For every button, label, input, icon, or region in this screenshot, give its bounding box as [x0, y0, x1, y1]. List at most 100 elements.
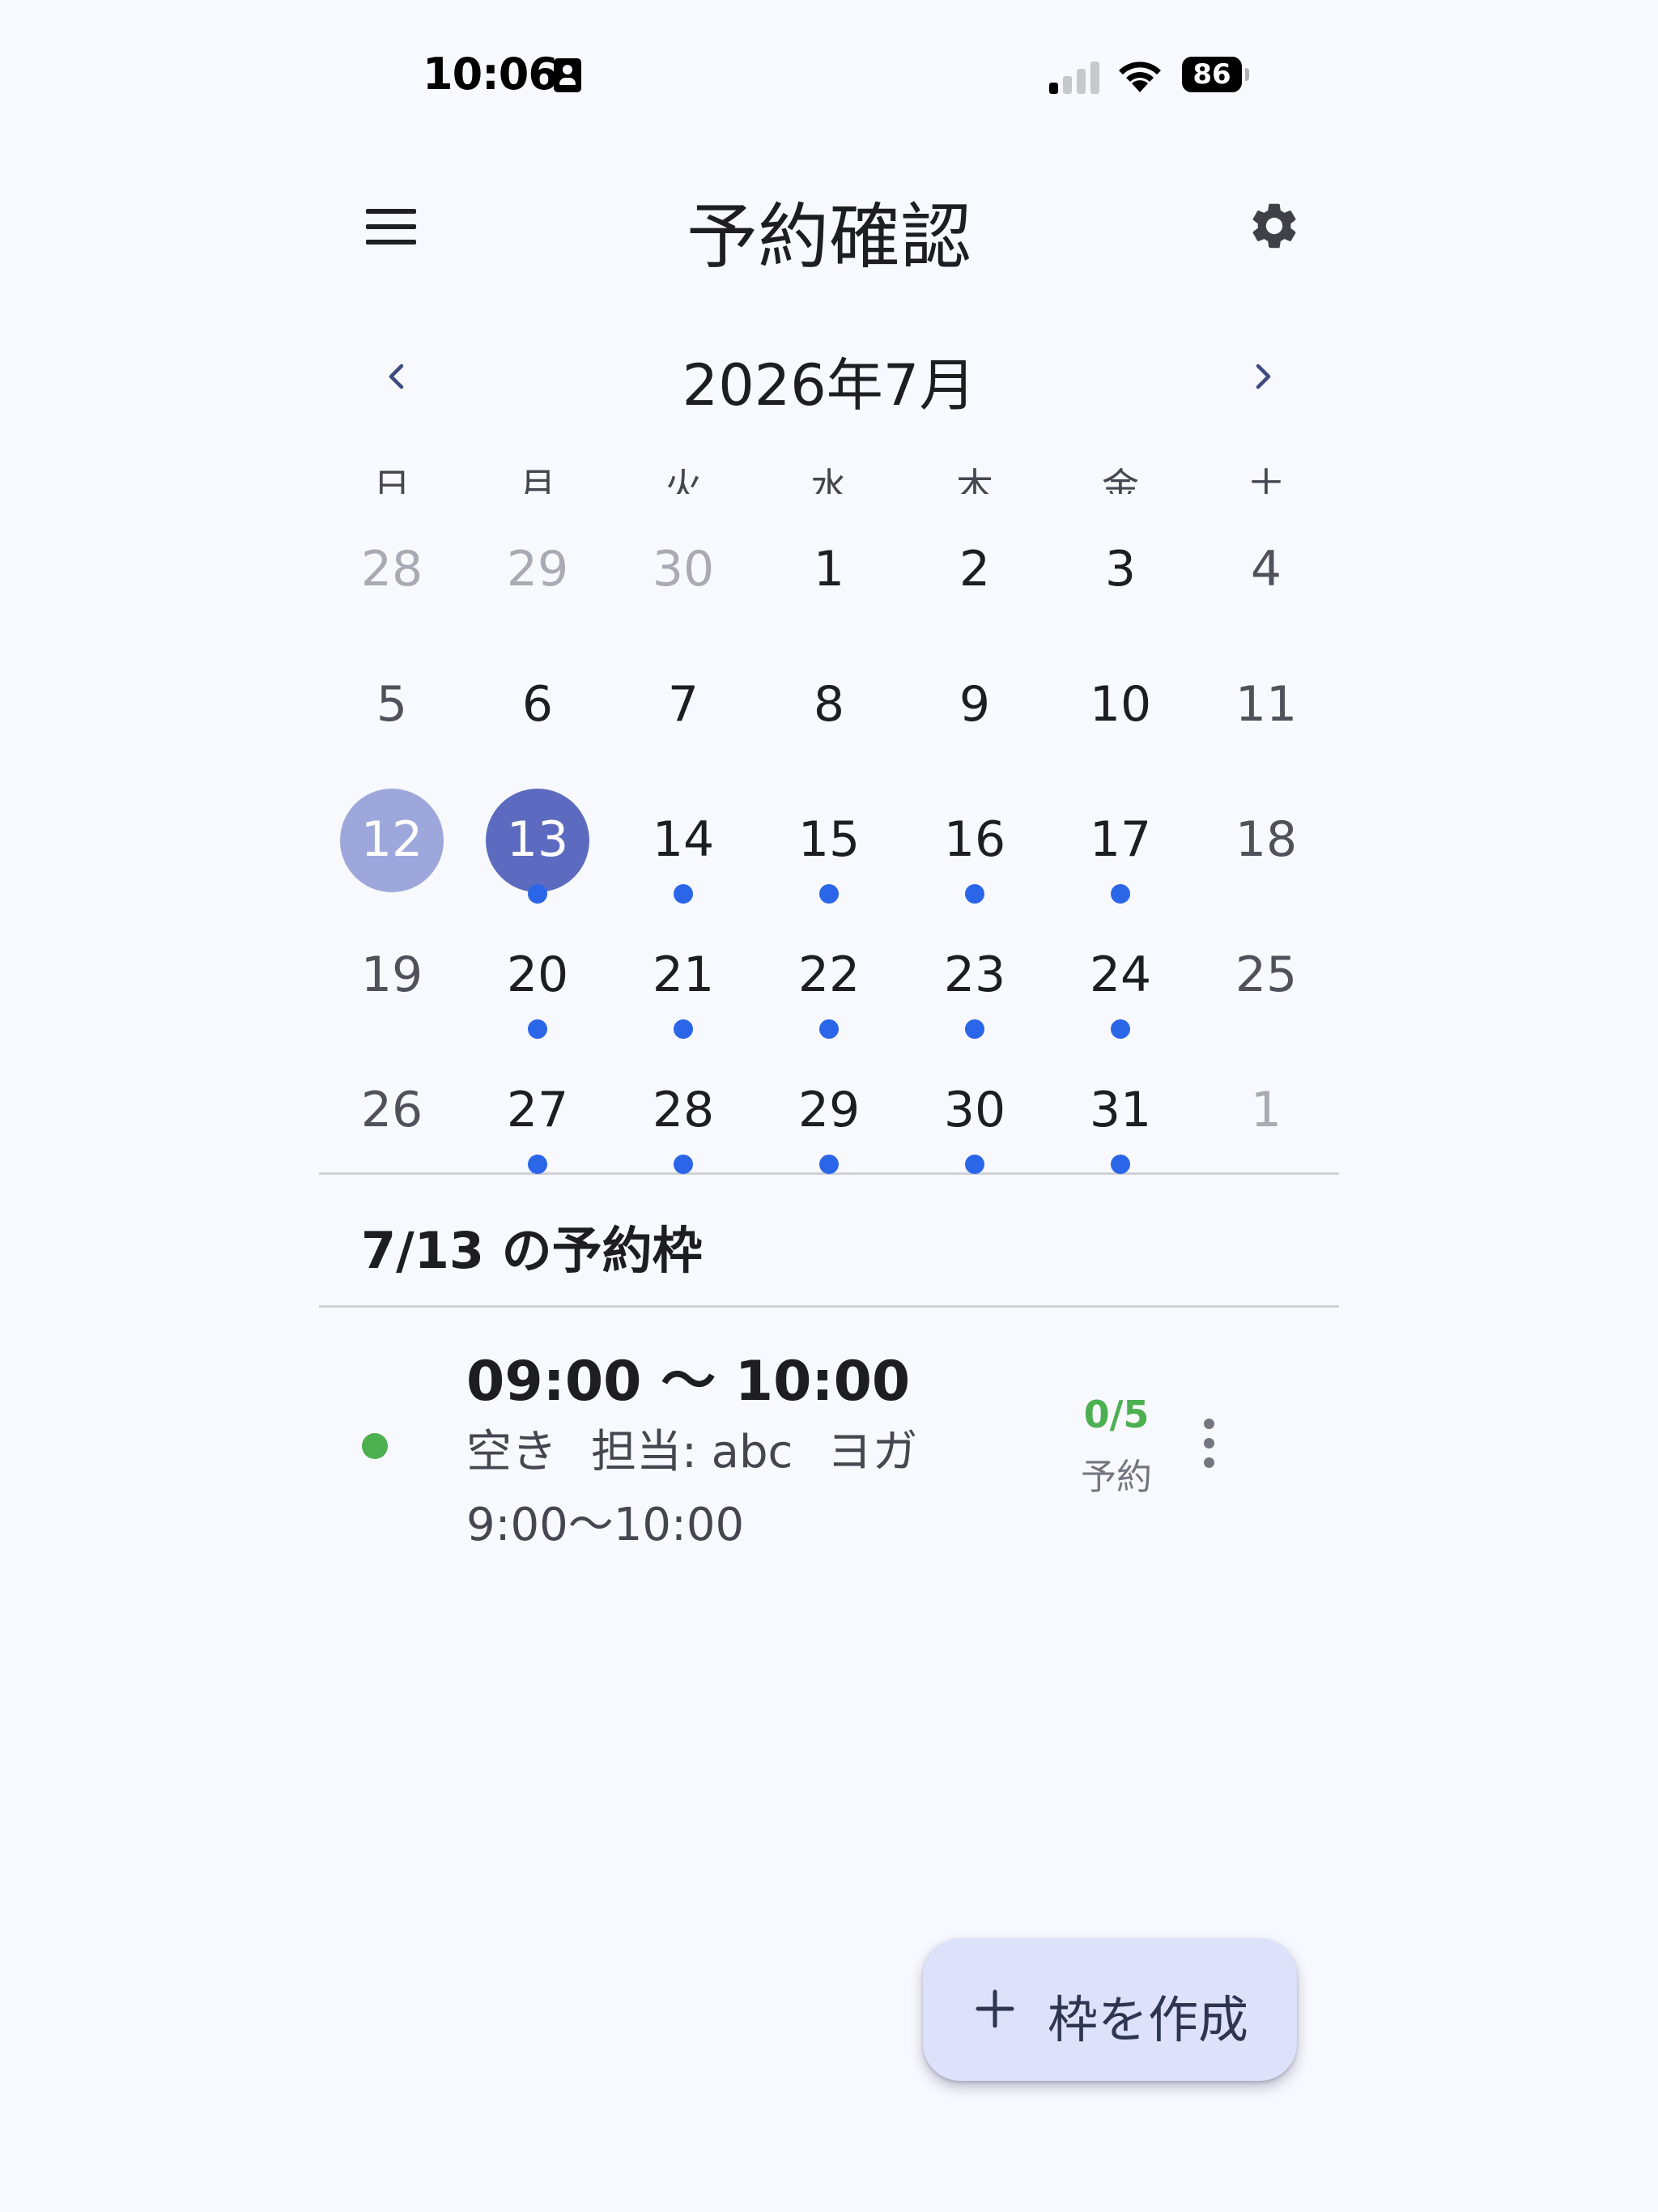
day-number: 12: [360, 811, 423, 868]
calendar-day[interactable]: 9: [902, 655, 1048, 790]
calendar-day[interactable]: 22: [756, 925, 902, 1061]
calendar-day[interactable]: 30: [610, 520, 756, 655]
calendar-day[interactable]: 16: [902, 790, 1048, 925]
calendar-day[interactable]: 20: [465, 925, 610, 1061]
calendar-day[interactable]: 30: [902, 1061, 1048, 1196]
calendar-day[interactable]: 19: [319, 925, 465, 1061]
calendar-day[interactable]: 23: [902, 925, 1048, 1061]
page-title: 予約確認: [686, 195, 971, 279]
day-number: 17: [1089, 811, 1152, 868]
calendar-day[interactable]: 31: [1048, 1061, 1193, 1196]
calendar-day[interactable]: 15: [756, 790, 902, 925]
day-number: 20: [506, 946, 569, 1003]
event-dot: [528, 1019, 547, 1039]
day-number: 15: [797, 811, 861, 868]
calendar-day[interactable]: 25: [1193, 925, 1339, 1061]
event-dot: [819, 884, 839, 904]
slot-meta: 空き 担当: abc ヨガ: [466, 1415, 951, 1481]
calendar-day[interactable]: 3: [1048, 520, 1193, 655]
day-number: 31: [1089, 1082, 1152, 1138]
slot-count-label: 予約: [1081, 1457, 1152, 1498]
calendar-day[interactable]: 1: [756, 520, 902, 655]
weekday-tue: 火: [665, 465, 702, 494]
day-number: 1: [1250, 1082, 1282, 1138]
calendar-day[interactable]: 11: [1193, 655, 1339, 790]
calendar-day[interactable]: 12: [319, 789, 465, 925]
day-number: 28: [652, 1082, 715, 1138]
slot-count: 0/5: [1083, 1393, 1150, 1436]
calendar-day[interactable]: 5: [319, 655, 465, 790]
calendar-day[interactable]: 10: [1048, 655, 1193, 790]
calendar-day[interactable]: 4: [1193, 520, 1339, 655]
status-time: 10:06: [423, 49, 559, 100]
more-vert-icon[interactable]: [1201, 1419, 1218, 1469]
event-dot: [819, 1155, 839, 1174]
section-title: 7/13 の予約枠: [361, 1221, 703, 1280]
day-number: 27: [506, 1082, 569, 1138]
day-number: 24: [1089, 946, 1152, 1003]
day-number: 14: [652, 811, 715, 868]
calendar-day[interactable]: 28: [610, 1061, 756, 1196]
calendar-day[interactable]: 28: [319, 520, 465, 655]
day-number: 21: [652, 946, 715, 1003]
weekday-fri: 金: [1102, 465, 1139, 494]
calendar-grid: 28 29 30 1 2 3 4 5 6 7 8 9 10 11 12 13 14 15 16 17 18 19 20 21 2…: [319, 520, 1339, 1196]
calendar-day[interactable]: 29: [756, 1061, 902, 1196]
calendar-day[interactable]: 6: [465, 655, 610, 790]
day-number: 28: [360, 541, 423, 598]
plus-icon: [976, 1989, 1014, 2028]
day-number: 29: [506, 541, 569, 598]
slot-description: 9:00〜10:00: [466, 1499, 745, 1551]
create-slot-button[interactable]: 枠を作成: [923, 1938, 1297, 2081]
day-number: 23: [943, 946, 1006, 1003]
calendar-day[interactable]: 27: [465, 1061, 610, 1196]
calendar-day[interactable]: 29: [465, 520, 610, 655]
weekday-sat: 土: [1248, 465, 1285, 494]
gear-icon[interactable]: [1247, 198, 1302, 253]
day-number: 2: [959, 541, 991, 598]
event-dot: [528, 884, 547, 904]
day-number: 30: [943, 1082, 1006, 1138]
weekday-thu: 木: [956, 465, 993, 494]
calendar-day[interactable]: 7: [610, 655, 756, 790]
weekday-wed: 水: [810, 465, 848, 494]
calendar-day[interactable]: 14: [610, 790, 756, 925]
slot-status: 空き: [466, 1426, 557, 1478]
event-dot: [674, 1019, 693, 1039]
day-number: 16: [943, 811, 1006, 868]
day-number: 13: [506, 811, 569, 868]
day-number: 4: [1250, 541, 1282, 598]
calendar-day[interactable]: 17: [1048, 790, 1193, 925]
divider: [319, 1305, 1339, 1308]
event-dot: [528, 1155, 547, 1174]
event-dot: [674, 1155, 693, 1174]
calendar-day[interactable]: 1: [1193, 1061, 1339, 1196]
event-dot: [674, 884, 693, 904]
calendar-day[interactable]: 24: [1048, 925, 1193, 1061]
day-number: 22: [797, 946, 861, 1003]
event-dot: [965, 1019, 984, 1039]
calendar-day[interactable]: 2: [902, 520, 1048, 655]
calendar-day[interactable]: 8: [756, 655, 902, 790]
slot-category: ヨガ: [827, 1426, 918, 1478]
event-dot: [1111, 1019, 1130, 1039]
signal-icon: [1049, 58, 1101, 94]
id-card-icon: [554, 58, 581, 92]
day-number: 26: [360, 1082, 423, 1138]
calendar-day[interactable]: 18: [1193, 790, 1339, 925]
calendar-day[interactable]: 21: [610, 925, 756, 1061]
event-dot: [1111, 1155, 1130, 1174]
day-number: 6: [521, 676, 554, 733]
day-number: 10: [1089, 676, 1152, 733]
event-dot: [819, 1019, 839, 1039]
day-number: 29: [797, 1082, 861, 1138]
calendar-day[interactable]: 13: [465, 789, 610, 925]
day-number: 30: [652, 541, 715, 598]
wifi-icon: [1119, 62, 1161, 92]
slot-item[interactable]: 09:00 〜 10:00 空き 担当: abc ヨガ 9:00〜10:00 0/5…: [319, 1312, 1339, 1555]
calendar-day[interactable]: 26: [319, 1061, 465, 1196]
weekday-mon: 月: [519, 465, 556, 494]
slot-time: 09:00 〜 10:00: [466, 1350, 911, 1414]
day-number: 3: [1104, 541, 1137, 598]
chevron-right-icon[interactable]: [1243, 356, 1283, 397]
